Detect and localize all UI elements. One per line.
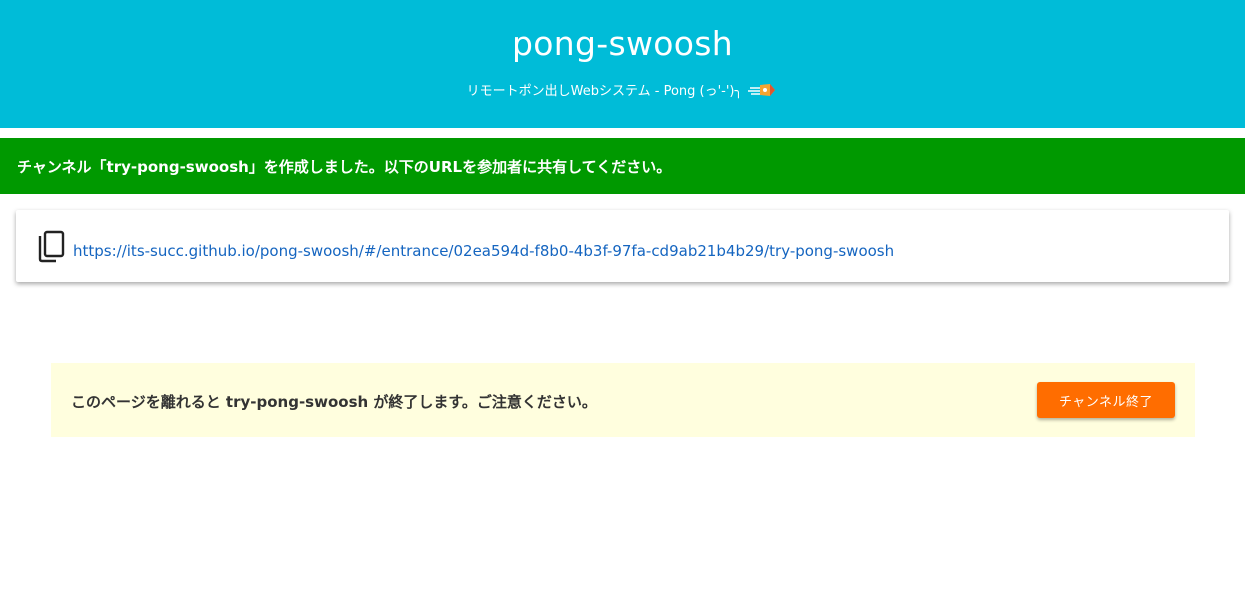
share-url-link[interactable]: https://its-succ.github.io/pong-swoosh/#… — [73, 242, 894, 260]
success-banner-text: チャンネル「try-pong-swoosh」を作成しました。以下のURLを参加者… — [17, 157, 672, 176]
app-title: pong-swoosh — [512, 24, 733, 63]
app-subtitle: リモートポン出しWebシステム - Pong (っ'-')╮ — [0, 80, 1245, 99]
copy-icon[interactable] — [36, 230, 66, 264]
app-header: pong-swoosh リモートポン出しWebシステム - Pong (っ'-'… — [0, 0, 1245, 128]
leave-warning-notice: このページを離れると try-pong-swoosh が終了します。ご注意くださ… — [51, 363, 1195, 437]
share-url-card: https://its-succ.github.io/pong-swoosh/#… — [16, 210, 1229, 282]
success-banner: チャンネル「try-pong-swoosh」を作成しました。以下のURLを参加者… — [0, 138, 1245, 194]
leave-warning-text: このページを離れると try-pong-swoosh が終了します。ご注意くださ… — [71, 393, 597, 411]
end-channel-button[interactable]: チャンネル終了 — [1037, 382, 1175, 418]
app-subtitle-text: リモートポン出しWebシステム - Pong (っ'-')╮ — [466, 84, 743, 99]
rocket-swoosh-icon — [748, 81, 778, 99]
